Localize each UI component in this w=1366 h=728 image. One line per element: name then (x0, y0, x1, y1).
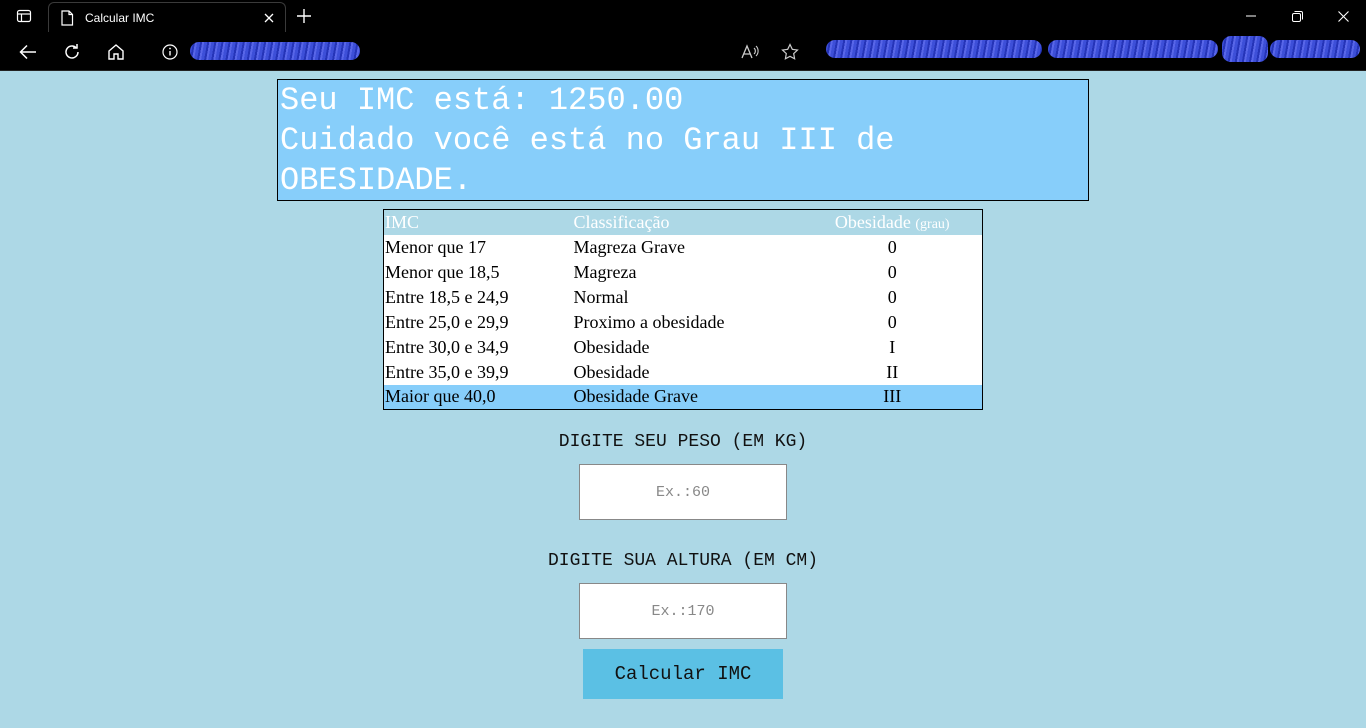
close-tab-icon[interactable] (255, 4, 283, 32)
header-obesidade-unit: (grau) (915, 216, 950, 232)
imc-classification-table: IMC Classificação Obesidade (grau) Menor… (383, 209, 983, 410)
row-imc: Maior que 40,0 (383, 384, 573, 410)
read-aloud-icon[interactable] (734, 36, 766, 68)
row-grau: I (802, 334, 983, 360)
row-grau: 0 (802, 309, 983, 335)
table-row-highlighted: Maior que 40,0 Obesidade Grave III (383, 384, 983, 410)
row-imc: Menor que 18,5 (383, 259, 573, 285)
header-imc: IMC (383, 209, 573, 235)
row-classificacao: Magreza (572, 259, 803, 285)
browser-navbar (0, 32, 1366, 71)
close-window-icon[interactable] (1320, 0, 1366, 32)
row-imc: Entre 18,5 e 24,9 (383, 284, 573, 310)
row-imc: Entre 30,0 e 34,9 (383, 334, 573, 360)
row-grau: 0 (802, 284, 983, 310)
row-classificacao: Normal (572, 284, 803, 310)
site-info-icon[interactable] (154, 36, 186, 68)
row-classificacao: Proximo a obesidade (572, 309, 803, 335)
row-grau: 0 (802, 234, 983, 260)
imc-classification-text: Cuidado você está no Grau III de OBESIDA… (280, 122, 895, 199)
new-tab-icon[interactable] (290, 2, 318, 30)
page-icon (59, 9, 75, 26)
table-row: Entre 30,0 e 34,9 Obesidade I (383, 334, 983, 360)
profile-redacted[interactable] (1222, 36, 1268, 62)
row-classificacao: Obesidade (572, 334, 803, 360)
row-classificacao: Obesidade (572, 359, 803, 385)
table-row: Menor que 17 Magreza Grave 0 (383, 234, 983, 260)
browser-titlebar: Calcular IMC (0, 0, 1366, 32)
row-grau: 0 (802, 259, 983, 285)
row-grau: II (802, 359, 983, 385)
menu-redacted[interactable] (1270, 40, 1360, 58)
peso-input[interactable] (579, 464, 787, 520)
table-header-row: IMC Classificação Obesidade (grau) (383, 209, 983, 235)
header-obesidade-label: Obesidade (834, 211, 911, 232)
row-classificacao: Magreza Grave (572, 234, 803, 260)
table-row: Entre 35,0 e 39,9 Obesidade II (383, 359, 983, 385)
restore-icon[interactable] (1274, 0, 1320, 32)
minimize-icon[interactable] (1228, 0, 1274, 32)
refresh-icon[interactable] (56, 36, 88, 68)
favorite-star-icon[interactable] (774, 36, 806, 68)
row-classificacao: Obesidade Grave (572, 384, 803, 410)
altura-input[interactable] (579, 583, 787, 639)
table-row: Entre 25,0 e 29,9 Proximo a obesidade 0 (383, 309, 983, 335)
header-classificacao: Classificação (572, 209, 803, 235)
row-imc: Entre 25,0 e 29,9 (383, 309, 573, 335)
imc-result-box: Seu IMC está: 1250.00 Cuidado você está … (277, 79, 1089, 201)
extensions-redacted[interactable] (826, 40, 1042, 58)
extensions-redacted-2[interactable] (1048, 40, 1218, 58)
row-grau: III (802, 384, 983, 410)
address-bar-redacted[interactable] (190, 42, 360, 60)
tab-actions-icon[interactable] (0, 0, 48, 32)
imc-value-text: Seu IMC está: 1250.00 (280, 82, 684, 119)
table-row: Entre 18,5 e 24,9 Normal 0 (383, 284, 983, 310)
row-imc: Entre 35,0 e 39,9 (383, 359, 573, 385)
back-icon[interactable] (12, 36, 44, 68)
browser-tab[interactable]: Calcular IMC (48, 2, 286, 32)
tab-title: Calcular IMC (85, 10, 155, 25)
header-obesidade: Obesidade (grau) (802, 209, 983, 235)
home-icon[interactable] (100, 36, 132, 68)
row-imc: Menor que 17 (383, 234, 573, 260)
peso-label: DIGITE SEU PESO (EM KG) (558, 432, 808, 452)
calcular-imc-button[interactable]: Calcular IMC (583, 649, 783, 699)
table-row: Menor que 18,5 Magreza 0 (383, 259, 983, 285)
altura-label: DIGITE SUA ALTURA (EM CM) (547, 551, 819, 571)
